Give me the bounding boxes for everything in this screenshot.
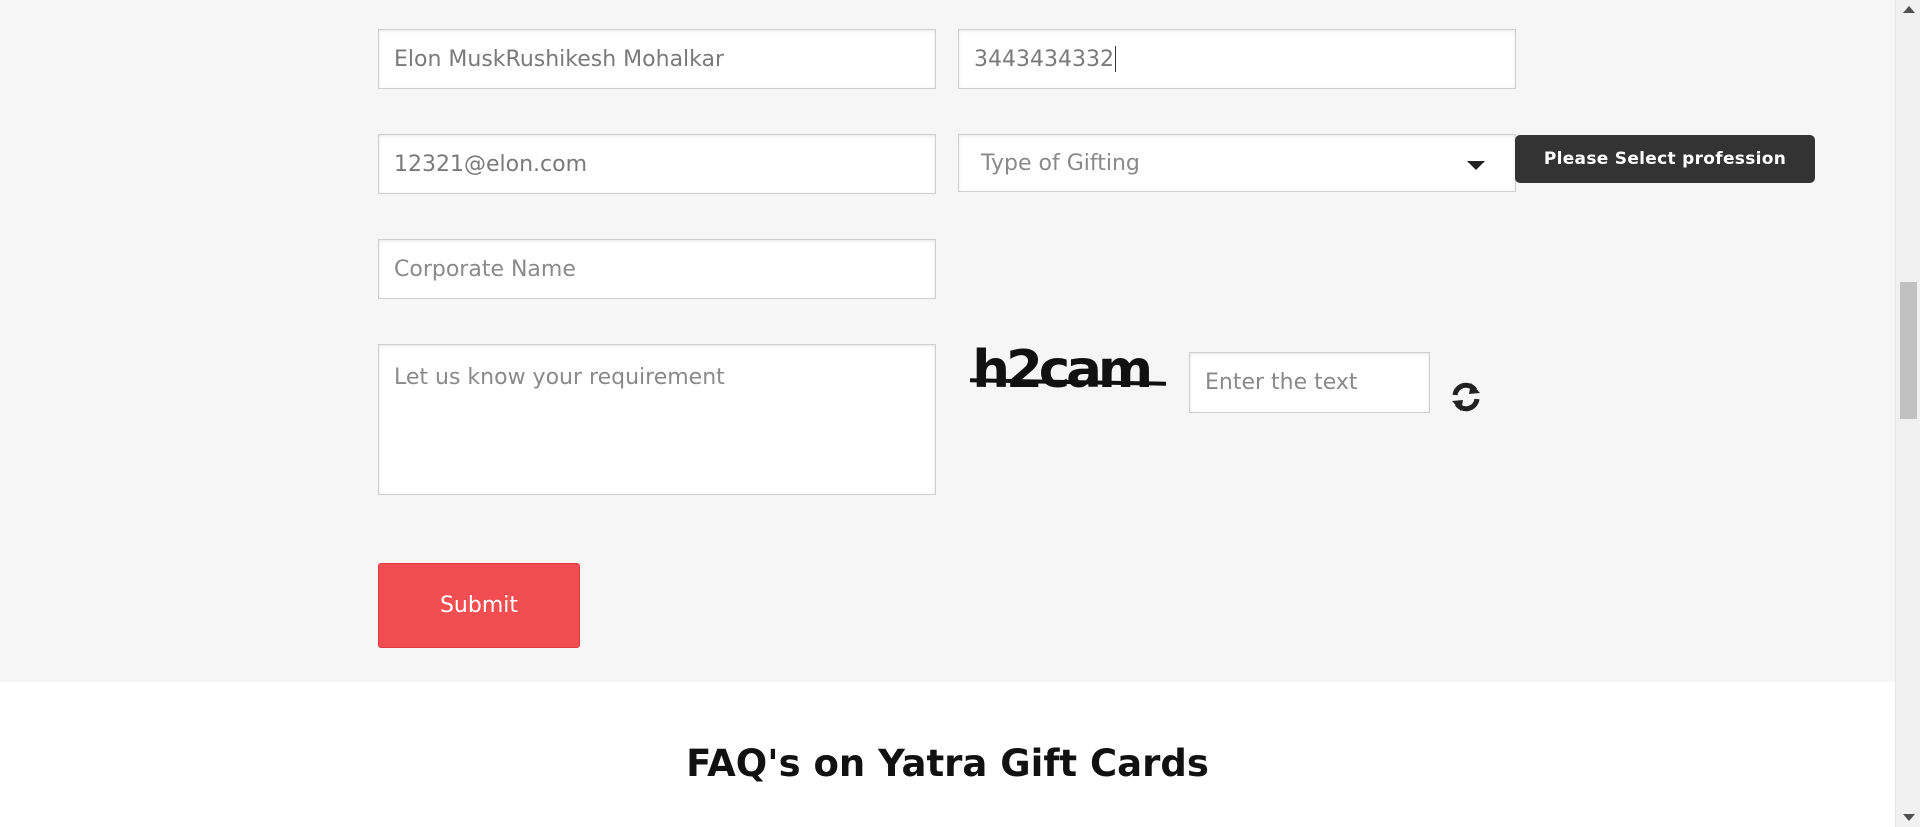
requirement-placeholder: Let us know your requirement [394,365,725,390]
text-caret [1114,46,1116,72]
chevron-down-icon [1467,161,1485,170]
scroll-down-arrow-icon[interactable] [1903,814,1915,821]
captcha-input-placeholder: Enter the text [1205,370,1358,395]
gifting-type-select[interactable]: Type of Gifting [958,134,1516,192]
refresh-icon[interactable] [1449,380,1483,414]
phone-input-value: 3443434332 [974,46,1114,72]
scroll-up-arrow-icon[interactable] [1903,6,1915,13]
corporate-name-placeholder: Corporate Name [394,256,576,282]
name-input-value: Elon MuskRushikesh Mohalkar [394,46,725,72]
gifting-type-placeholder: Type of Gifting [981,150,1140,176]
email-input-value: 12321@elon.com [394,151,588,177]
gift-card-enquiry-form: Elon MuskRushikesh Mohalkar 3443434332 1… [0,0,1895,682]
requirement-textarea[interactable]: Let us know your requirement [378,344,936,495]
validation-tooltip: Please Select profession [1515,135,1815,183]
captcha-image: h2cam [969,340,1170,410]
faq-heading: FAQ's on Yatra Gift Cards [686,742,1209,785]
page: Elon MuskRushikesh Mohalkar 3443434332 1… [0,0,1920,827]
email-input[interactable]: 12321@elon.com [378,134,936,194]
name-input[interactable]: Elon MuskRushikesh Mohalkar [378,29,936,89]
vertical-scrollbar[interactable] [1895,0,1920,827]
captcha-text: h2cam [972,340,1153,400]
phone-input[interactable]: 3443434332 [958,29,1516,89]
submit-button[interactable]: Submit [378,563,580,648]
captcha-input[interactable]: Enter the text [1189,352,1430,413]
corporate-name-input[interactable]: Corporate Name [378,239,936,299]
scrollbar-thumb[interactable] [1900,282,1917,419]
